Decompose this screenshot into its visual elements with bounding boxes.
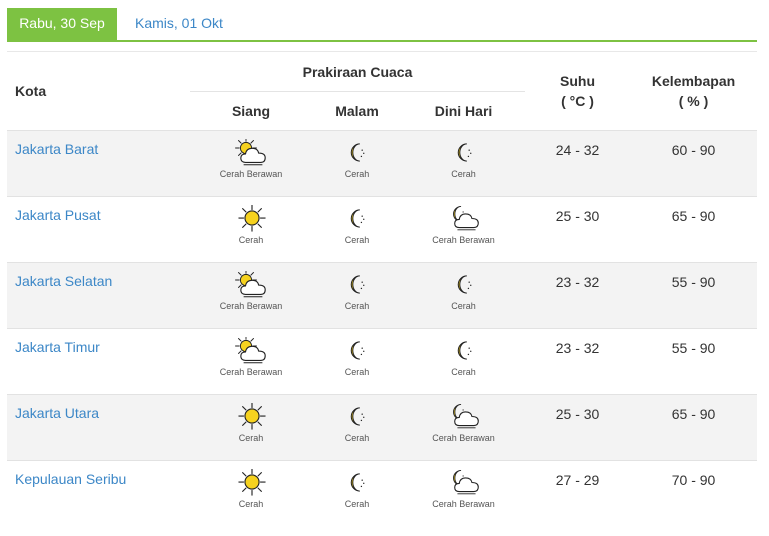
sun-cloud-icon bbox=[191, 337, 311, 365]
forecast-dini: Cerah bbox=[402, 262, 526, 329]
forecast-label: Cerah bbox=[344, 235, 370, 245]
sun-icon bbox=[191, 469, 311, 497]
forecast-label: Cerah bbox=[344, 169, 370, 179]
header-dini-hari: Dini Hari bbox=[434, 103, 493, 119]
city-link[interactable]: Jakarta Pusat bbox=[7, 196, 190, 263]
sun-icon bbox=[191, 205, 311, 233]
forecast-label: Cerah Berawan bbox=[219, 367, 283, 377]
forecast-dini: Cerah bbox=[402, 130, 526, 197]
table-row: Kepulauan Seribu Cerah Cerah Cerah Berawan 2… bbox=[7, 460, 758, 527]
moon-icon bbox=[313, 469, 401, 497]
city-link[interactable]: Kepulauan Seribu bbox=[7, 460, 190, 527]
forecast-label: Cerah Berawan bbox=[219, 301, 283, 311]
moon-icon bbox=[403, 337, 524, 365]
forecast-malam: Cerah bbox=[312, 460, 402, 527]
forecast-malam: Cerah bbox=[312, 130, 402, 197]
moon-icon bbox=[313, 403, 401, 431]
header-kelembapan-unit: ( % ) bbox=[678, 93, 709, 109]
moon-icon bbox=[313, 271, 401, 299]
moon-icon bbox=[313, 139, 401, 167]
moon-icon bbox=[403, 271, 524, 299]
forecast-dini: Cerah Berawan bbox=[402, 394, 526, 461]
forecast-malam: Cerah bbox=[312, 262, 402, 329]
forecast-siang: Cerah bbox=[190, 196, 312, 263]
table-row: Jakarta Pusat Cerah Cerah Cerah Berawan 25 -… bbox=[7, 196, 758, 263]
suhu-value: 27 - 29 bbox=[525, 460, 631, 527]
forecast-label: Cerah bbox=[451, 367, 476, 377]
moon-cloud-icon bbox=[403, 469, 524, 497]
moon-icon bbox=[313, 337, 401, 365]
suhu-value: 25 - 30 bbox=[525, 394, 631, 461]
forecast-dini: Cerah Berawan bbox=[402, 460, 526, 527]
tab-tomorrow[interactable]: Kamis, 01 Okt bbox=[135, 8, 223, 40]
header-kelembapan: Kelembapan ( % ) bbox=[630, 51, 758, 131]
moon-icon bbox=[313, 205, 401, 233]
header-suhu-label: Suhu bbox=[560, 73, 596, 89]
forecast-label: Cerah bbox=[344, 499, 370, 509]
header-suhu-unit: ( °C ) bbox=[561, 93, 594, 109]
forecast-malam: Cerah bbox=[312, 196, 402, 263]
forecast-label: Cerah bbox=[344, 433, 370, 443]
forecast-label: Cerah Berawan bbox=[432, 433, 495, 443]
forecast-label: Cerah bbox=[344, 367, 370, 377]
table-row: Jakarta Utara Cerah Cerah Cerah Berawan 25 -… bbox=[7, 394, 758, 461]
forecast-dini: Cerah bbox=[402, 328, 526, 395]
header-kelembapan-label: Kelembapan bbox=[651, 73, 736, 89]
city-link[interactable]: Jakarta Selatan bbox=[7, 262, 190, 329]
moon-cloud-icon bbox=[403, 205, 524, 233]
table-row: Jakarta Selatan Cerah Berawan Cerah Cerah 23… bbox=[7, 262, 758, 329]
tab-today[interactable]: Rabu, 30 Sep bbox=[7, 8, 117, 40]
suhu-value: 23 - 32 bbox=[525, 262, 631, 329]
forecast-label: Cerah Berawan bbox=[432, 499, 495, 509]
forecast-label: Cerah bbox=[238, 235, 264, 245]
forecast-label: Cerah bbox=[238, 499, 264, 509]
table-row: Jakarta Timur Cerah Berawan Cerah Cerah 23 -… bbox=[7, 328, 758, 395]
sun-cloud-icon bbox=[191, 139, 311, 167]
forecast-siang: Cerah bbox=[190, 394, 312, 461]
city-link[interactable]: Jakarta Barat bbox=[7, 130, 190, 197]
forecast-label: Cerah Berawan bbox=[432, 235, 495, 245]
sun-cloud-icon bbox=[191, 271, 311, 299]
header-prakiraan: Prakiraan Cuaca bbox=[190, 51, 526, 92]
forecast-label: Cerah Berawan bbox=[219, 169, 283, 179]
city-link[interactable]: Jakarta Utara bbox=[7, 394, 190, 461]
suhu-value: 25 - 30 bbox=[525, 196, 631, 263]
suhu-value: 24 - 32 bbox=[525, 130, 631, 197]
forecast-table: Kota Prakiraan Cuaca Suhu ( °C ) Kelemba… bbox=[7, 51, 758, 527]
moon-icon bbox=[403, 139, 524, 167]
kelembapan-value: 65 - 90 bbox=[630, 196, 758, 263]
kelembapan-value: 55 - 90 bbox=[630, 262, 758, 329]
header-suhu: Suhu ( °C ) bbox=[525, 51, 631, 131]
suhu-value: 23 - 32 bbox=[525, 328, 631, 395]
kelembapan-value: 70 - 90 bbox=[630, 460, 758, 527]
kelembapan-value: 60 - 90 bbox=[630, 130, 758, 197]
weather-widget: Rabu, 30 Sep Kamis, 01 Okt Kota Prakiraa… bbox=[0, 0, 769, 536]
forecast-dini: Cerah Berawan bbox=[402, 196, 526, 263]
date-tabs: Rabu, 30 Sep Kamis, 01 Okt bbox=[7, 8, 757, 42]
forecast-label: Cerah bbox=[238, 433, 264, 443]
city-link[interactable]: Jakarta Timur bbox=[7, 328, 190, 395]
kelembapan-value: 55 - 90 bbox=[630, 328, 758, 395]
kelembapan-value: 65 - 90 bbox=[630, 394, 758, 461]
sun-icon bbox=[191, 403, 311, 431]
forecast-label: Cerah bbox=[451, 301, 476, 311]
table-row: Jakarta Barat Cerah Berawan Cerah Cerah 24 -… bbox=[7, 130, 758, 197]
forecast-malam: Cerah bbox=[312, 394, 402, 461]
forecast-label: Cerah bbox=[451, 169, 476, 179]
forecast-malam: Cerah bbox=[312, 328, 402, 395]
header-kota: Kota bbox=[7, 51, 190, 131]
forecast-siang: Cerah Berawan bbox=[190, 262, 312, 329]
header-malam: Malam bbox=[335, 103, 379, 119]
moon-cloud-icon bbox=[403, 403, 524, 431]
forecast-siang: Cerah Berawan bbox=[190, 130, 312, 197]
forecast-label: Cerah bbox=[344, 301, 370, 311]
header-siang: Siang bbox=[231, 103, 271, 119]
forecast-siang: Cerah Berawan bbox=[190, 328, 312, 395]
forecast-siang: Cerah bbox=[190, 460, 312, 527]
